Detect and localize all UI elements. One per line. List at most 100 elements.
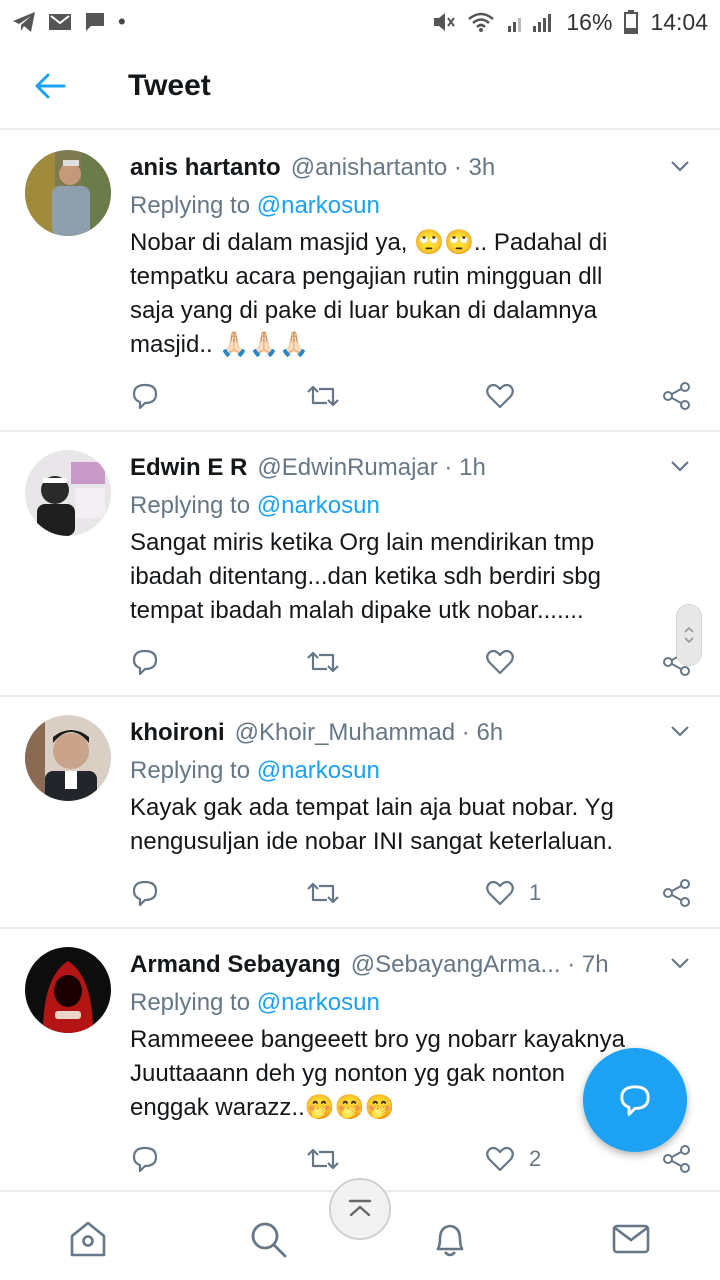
tweet-text-line: saja yang di pake di luar bukan di dalam… (130, 297, 597, 324)
retweet-icon (307, 1148, 339, 1170)
separator-dot: · (560, 951, 582, 978)
clock: 14:04 (650, 8, 708, 35)
tweet-text-line: Nobar di dalam masjid ya, 🙄🙄.. Padahal d… (130, 229, 608, 256)
retweet-icon (307, 882, 339, 904)
tweet-time: 3h (468, 154, 496, 181)
like-button[interactable] (485, 644, 529, 680)
like-button[interactable]: 1 (485, 875, 541, 911)
header: Tweet (0, 44, 720, 130)
signal-icon (508, 14, 552, 32)
scroll-to-top-button[interactable] (329, 1178, 391, 1240)
avatar[interactable] (25, 947, 111, 1033)
share-icon (663, 382, 690, 410)
reply-icon (132, 1146, 158, 1173)
replying-label: Replying to (130, 757, 251, 784)
status-bar: • 16% 14:04 (0, 0, 720, 44)
chevron-down-icon[interactable] (668, 454, 692, 478)
separator-dot: · (437, 454, 460, 481)
retweet-button[interactable] (305, 378, 341, 414)
mention-link[interactable]: @narkosun (257, 492, 380, 519)
reply-button[interactable] (130, 644, 160, 680)
author-name[interactable]: Armand Sebayang (130, 951, 341, 979)
nav-messages[interactable] (610, 1218, 652, 1260)
reply-button[interactable] (130, 1141, 160, 1177)
reply-icon (132, 649, 158, 676)
tweet[interactable]: khoironi @Khoir_Muhammad · 6h Replying t… (0, 697, 720, 929)
compose-reply-button[interactable] (583, 1048, 687, 1152)
like-count: 2 (529, 1146, 542, 1171)
back-arrow-icon (35, 73, 66, 99)
battery-icon (624, 10, 639, 34)
tweet-text-line: tempatku acara pengajian rutin mingguan … (130, 263, 603, 290)
tweet[interactable]: Edwin E R @EdwinRumajar · 1h Replying to… (0, 432, 720, 697)
gmail-icon (49, 14, 71, 30)
like-count: 1 (529, 880, 542, 905)
replying-label: Replying to (130, 989, 251, 1016)
messages-icon (612, 1224, 650, 1254)
mention-link[interactable]: @narkosun (257, 989, 380, 1016)
like-button[interactable]: 2 (485, 1141, 541, 1177)
avatar[interactable] (25, 150, 111, 236)
tweet-text-line: Sangat miris ketika Org lain mendirikan … (130, 529, 595, 556)
reply-icon (132, 880, 158, 907)
retweet-button[interactable] (305, 1141, 341, 1177)
mention-link[interactable]: @narkosun (257, 192, 380, 219)
reply-button[interactable] (130, 378, 160, 414)
nav-notifications[interactable] (429, 1218, 471, 1260)
reply-button[interactable] (130, 875, 160, 911)
tweet-text: Sangat miris ketika Org lain mendirikan … (130, 526, 680, 628)
chat-notification-icon (86, 13, 104, 31)
more-notifications-dot: • (118, 9, 126, 34)
tweet-text-line: nengusuljan ide nobar INI sangat keterla… (130, 828, 613, 855)
chevron-down-icon[interactable] (668, 154, 692, 178)
retweet-button[interactable] (305, 644, 341, 680)
replying-label: Replying to (130, 192, 251, 219)
tweet-text-line: masjid.. 🙏🏻🙏🏻🙏🏻 (130, 331, 310, 358)
wifi-icon (468, 12, 495, 32)
search-icon (251, 1222, 287, 1258)
back-button[interactable] (0, 43, 100, 129)
replying-label: Replying to (130, 492, 251, 519)
tweet-time: 1h (459, 454, 486, 481)
avatar[interactable] (25, 715, 111, 801)
author-handle[interactable]: @Khoir_Muhammad (235, 719, 455, 747)
scrollbar-thumb[interactable] (676, 604, 702, 666)
replying-to: Replying to @narkosun (130, 192, 380, 220)
retweet-button[interactable] (305, 875, 341, 911)
chevron-down-icon[interactable] (668, 719, 692, 743)
author-handle[interactable]: @anishartanto (291, 154, 447, 182)
replying-to: Replying to @narkosun (130, 757, 380, 785)
tweet-actions (130, 378, 700, 414)
tweet[interactable]: anis hartanto @anishartanto · 3h Replyin… (0, 132, 720, 432)
share-button[interactable] (662, 378, 692, 414)
tweet-text-line: tempat ibadah malah dipake utk nobar....… (130, 597, 584, 624)
heart-icon (486, 880, 514, 906)
telegram-icon (13, 12, 35, 32)
tweet-text: Kayak gak ada tempat lain aja buat nobar… (130, 791, 680, 859)
author-name[interactable]: anis hartanto (130, 154, 281, 182)
author-handle[interactable]: @EdwinRumajar (257, 454, 437, 482)
separator-dot: · (447, 154, 469, 181)
nav-search[interactable] (247, 1218, 289, 1260)
tweet-text: Nobar di dalam masjid ya, 🙄🙄.. Padahal d… (130, 226, 680, 362)
page-title: Tweet (128, 69, 211, 102)
tweet-actions: 1 (130, 875, 700, 911)
retweet-icon (307, 385, 339, 407)
author-name[interactable]: Edwin E R (130, 454, 247, 482)
share-button[interactable] (662, 875, 692, 911)
tweet-text-line: Kayak gak ada tempat lain aja buat nobar… (130, 794, 614, 821)
like-button[interactable] (485, 378, 529, 414)
heart-icon (486, 649, 514, 675)
chevron-up-icon (684, 626, 694, 633)
chevron-down-icon[interactable] (668, 951, 692, 975)
share-icon (663, 879, 690, 907)
share-button[interactable] (662, 1141, 692, 1177)
author-name[interactable]: khoironi (130, 719, 225, 747)
avatar[interactable] (25, 450, 111, 536)
author-handle[interactable]: @SebayangArma... (351, 951, 561, 979)
nav-home[interactable] (67, 1218, 109, 1260)
mention-link[interactable]: @narkosun (257, 757, 380, 784)
chevron-down-icon (684, 637, 694, 644)
heart-icon (486, 1146, 514, 1172)
tweet-time: 6h (476, 719, 504, 746)
